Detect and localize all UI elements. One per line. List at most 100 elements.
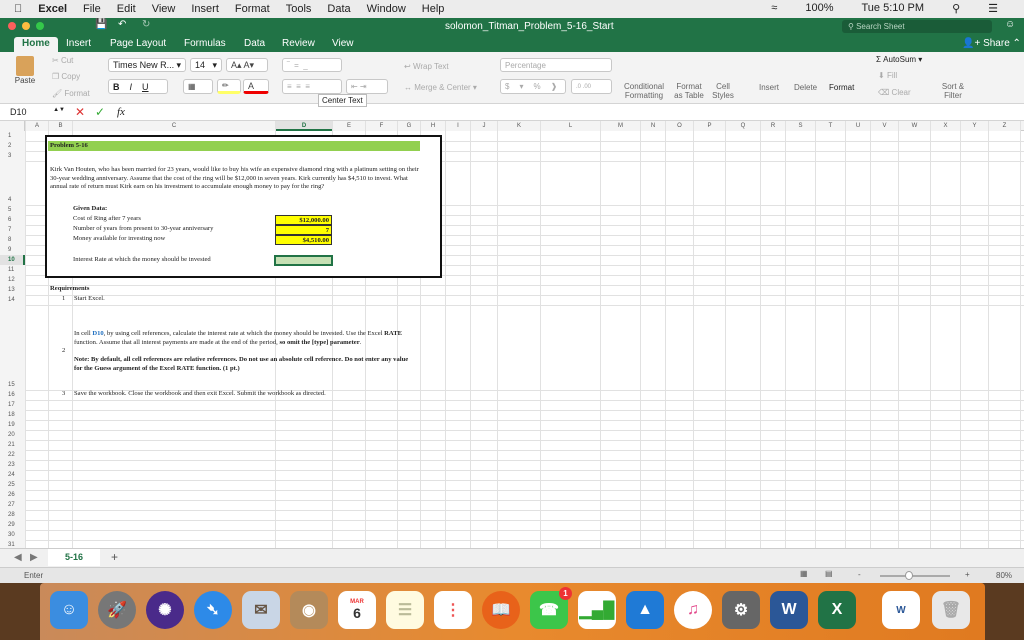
indent-group[interactable]: ⇤ ⇥ bbox=[346, 79, 388, 94]
column-header[interactable]: D bbox=[276, 121, 332, 131]
fill-color-button[interactable]: ✏ bbox=[217, 79, 241, 94]
row-header[interactable]: 22 bbox=[0, 450, 25, 460]
menu-list-icon[interactable]: ☰ bbox=[988, 2, 998, 15]
format-cells-button[interactable]: Format bbox=[829, 83, 854, 92]
problem-text[interactable]: Kirk Van Houten, who has been married fo… bbox=[50, 166, 420, 192]
zoom-window-button[interactable] bbox=[36, 22, 44, 30]
font-name-select[interactable]: Times New R... ▾ bbox=[108, 58, 186, 72]
insert-function-button[interactable]: fx bbox=[117, 106, 125, 118]
copy-button[interactable]: ❐ Copy bbox=[52, 72, 80, 81]
req-text[interactable]: Start Excel. bbox=[74, 295, 105, 304]
italic-button[interactable]: I bbox=[130, 82, 133, 92]
font-size-grow-shrink[interactable]: A▴ A▾ bbox=[226, 58, 268, 72]
prev-sheet-arrow[interactable]: ◀ bbox=[14, 552, 22, 563]
apple-icon[interactable]:  bbox=[14, 3, 22, 15]
row-header[interactable]: 21 bbox=[0, 440, 25, 450]
given-label[interactable]: Money available for investing now bbox=[73, 235, 165, 244]
wifi-icon[interactable]: ≈ bbox=[771, 2, 777, 15]
search-sheet-input[interactable]: ⚲ Search Sheet bbox=[842, 20, 992, 33]
row-header[interactable]: 9 bbox=[0, 245, 25, 255]
menu-help[interactable]: Help bbox=[422, 3, 445, 15]
tab-review[interactable]: Review bbox=[274, 37, 323, 52]
smiley-feedback-icon[interactable]: ☺ bbox=[1005, 19, 1015, 30]
recent-document-icon[interactable]: W bbox=[882, 591, 920, 629]
menu-insert[interactable]: Insert bbox=[191, 3, 219, 15]
row-header[interactable]: 1 bbox=[0, 131, 25, 141]
column-header[interactable]: E bbox=[333, 121, 365, 131]
next-sheet-arrow[interactable]: ▶ bbox=[30, 552, 38, 563]
column-header[interactable]: O bbox=[666, 121, 693, 131]
clock[interactable]: Tue 5:10 PM bbox=[861, 2, 924, 15]
bold-button[interactable]: B bbox=[113, 82, 120, 92]
decimal-buttons[interactable]: .0 .00 bbox=[571, 79, 612, 94]
format-painter-button[interactable]: 🖌 Format bbox=[52, 89, 90, 98]
share-button[interactable]: 👤+ Share ⌃ bbox=[962, 38, 1021, 49]
menu-tools[interactable]: Tools bbox=[286, 3, 312, 15]
given-label[interactable]: Cost of Ring after 7 years bbox=[73, 215, 141, 224]
req-text[interactable]: In cell D10, by using cell references, c… bbox=[74, 330, 414, 374]
paste-button[interactable]: Paste bbox=[10, 56, 40, 85]
fill-button[interactable]: ⬇ Fill bbox=[878, 71, 897, 80]
column-header[interactable]: P bbox=[694, 121, 725, 131]
menu-format[interactable]: Format bbox=[235, 3, 270, 15]
cancel-icon[interactable]: ✕ bbox=[75, 105, 85, 119]
given-value-cell[interactable]: 7 bbox=[275, 225, 332, 235]
row-header[interactable]: 28 bbox=[0, 510, 25, 520]
row-header[interactable]: 2 bbox=[0, 141, 25, 151]
borders-button[interactable]: ▦ bbox=[183, 79, 213, 94]
safari-icon[interactable]: ➴ bbox=[194, 591, 232, 629]
sheet-tab-5-16[interactable]: 5-16 bbox=[48, 549, 100, 566]
wrap-text-button[interactable]: ↩ Wrap Text bbox=[404, 62, 449, 71]
row-header[interactable]: 27 bbox=[0, 500, 25, 510]
autosum-button[interactable]: Σ AutoSum ▾ bbox=[876, 55, 922, 64]
vertical-align-group[interactable]: ‾ = _ bbox=[282, 58, 342, 72]
menu-edit[interactable]: Edit bbox=[117, 3, 136, 15]
column-header[interactable]: C bbox=[73, 121, 275, 131]
cut-button[interactable]: ✂ Cut bbox=[52, 56, 73, 65]
delete-cells-button[interactable]: Delete bbox=[794, 83, 817, 92]
menu-view[interactable]: View bbox=[152, 3, 176, 15]
req-text[interactable]: Save the workbook. Close the workbook an… bbox=[74, 390, 326, 399]
zoom-in-button[interactable]: + bbox=[965, 570, 970, 579]
close-window-button[interactable] bbox=[8, 22, 16, 30]
requirements-title[interactable]: Requirements bbox=[50, 285, 89, 294]
menu-data[interactable]: Data bbox=[327, 3, 350, 15]
redo-icon[interactable]: ↻ bbox=[142, 19, 150, 30]
save-icon[interactable]: 💾 bbox=[95, 19, 107, 30]
row-header[interactable]: 16 bbox=[0, 390, 25, 400]
column-header[interactable]: A bbox=[26, 121, 48, 131]
column-header[interactable]: S bbox=[786, 121, 815, 131]
siri-icon[interactable]: ✺ bbox=[146, 591, 184, 629]
row-header[interactable]: 17 bbox=[0, 400, 25, 410]
column-header[interactable]: B bbox=[49, 121, 72, 131]
row-header[interactable]: 3 bbox=[0, 151, 25, 161]
battery-status[interactable]: 100% bbox=[805, 2, 833, 15]
problem-title[interactable]: Problem 5-16 bbox=[48, 141, 420, 151]
tab-view[interactable]: View bbox=[324, 37, 362, 52]
numbers-icon[interactable]: ▁▄█ bbox=[578, 591, 616, 629]
row-header[interactable]: 5 bbox=[0, 205, 25, 215]
row-header[interactable]: 25 bbox=[0, 480, 25, 490]
merge-center-button[interactable]: ↔ Merge & Center ▾ bbox=[404, 83, 477, 92]
zoom-slider[interactable] bbox=[880, 571, 950, 580]
column-header[interactable]: Q bbox=[726, 121, 760, 131]
tab-insert[interactable]: Insert bbox=[58, 37, 99, 52]
column-header[interactable]: Y bbox=[961, 121, 988, 131]
keynote-icon[interactable]: ▲ bbox=[626, 591, 664, 629]
column-header[interactable]: H bbox=[421, 121, 445, 131]
contacts-icon[interactable]: ◉ bbox=[290, 591, 328, 629]
menu-excel[interactable]: Excel bbox=[38, 3, 67, 15]
undo-icon[interactable]: ↶ bbox=[118, 19, 126, 30]
facetime-icon[interactable]: ☎ 1 bbox=[530, 587, 572, 629]
column-header[interactable]: T bbox=[816, 121, 845, 131]
given-value-cell[interactable]: $12,000.00 bbox=[275, 215, 332, 225]
row-header[interactable]: 8 bbox=[0, 235, 25, 245]
row-header[interactable]: 14 bbox=[0, 295, 25, 305]
finder-icon[interactable]: ☺ bbox=[50, 591, 88, 629]
given-data-label[interactable]: Given Data: bbox=[73, 205, 107, 214]
column-header[interactable]: R bbox=[761, 121, 785, 131]
ibooks-icon[interactable]: 📖 bbox=[482, 591, 520, 629]
tab-formulas[interactable]: Formulas bbox=[176, 37, 234, 52]
itunes-icon[interactable]: ♫ bbox=[674, 591, 712, 629]
row-header[interactable]: 13 bbox=[0, 285, 25, 295]
